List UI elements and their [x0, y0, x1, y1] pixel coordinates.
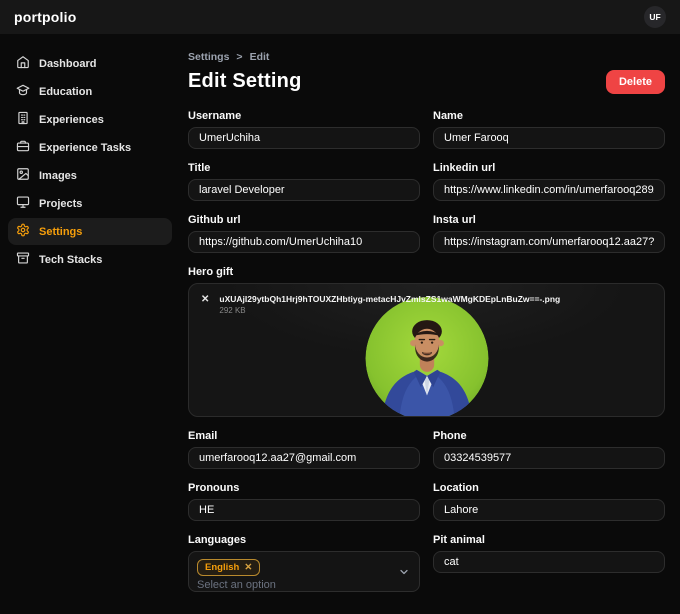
main-content: Settings > Edit Edit Setting Delete User… — [180, 34, 680, 614]
file-name: uXUAjI29ytbQh1Hrj9hTOUXZHbtiyg-metacHJvZ… — [219, 294, 561, 304]
home-icon — [16, 55, 30, 72]
briefcase-icon — [16, 139, 30, 156]
hero-gift-field-group: Hero gift ✕ uXUAjI29ytbQh1Hrj9hTOUXZHbti… — [188, 266, 665, 417]
sidebar-item-label: Images — [39, 169, 77, 182]
pit-animal-input[interactable] — [433, 551, 665, 573]
sidebar-item-label: Experience Tasks — [39, 141, 132, 154]
remove-tag-icon[interactable]: ✕ — [244, 562, 252, 573]
building-icon — [16, 111, 30, 128]
hero-image-preview — [365, 297, 488, 416]
topbar: portpolio UF — [0, 0, 680, 34]
name-input[interactable] — [433, 127, 665, 149]
insta-field-group: Insta url — [433, 214, 665, 253]
linkedin-field-group: Linkedin url — [433, 162, 665, 201]
breadcrumb-separator: > — [236, 51, 243, 63]
sidebar: Dashboard Education Experiences Experien… — [0, 34, 180, 614]
sidebar-item-label: Education — [39, 85, 93, 98]
hero-gift-label: Hero gift — [188, 266, 234, 278]
name-field-group: Name — [433, 110, 665, 149]
username-input[interactable] — [188, 127, 420, 149]
email-label: Email — [188, 430, 218, 442]
user-avatar[interactable]: UF — [644, 6, 666, 28]
sidebar-item-label: Dashboard — [39, 57, 97, 70]
github-label: Github url — [188, 214, 241, 226]
language-tag-english: English ✕ — [197, 559, 261, 576]
title-label: Title — [188, 162, 211, 174]
sidebar-item-experience-tasks[interactable]: Experience Tasks — [8, 134, 172, 161]
pronouns-label: Pronouns — [188, 482, 240, 494]
languages-placeholder: Select an option — [197, 579, 276, 591]
sidebar-item-experiences[interactable]: Experiences — [8, 106, 172, 133]
archive-icon — [16, 251, 30, 268]
file-size: 292 KB — [219, 306, 246, 315]
remove-file-icon[interactable]: ✕ — [201, 295, 209, 305]
location-field-group: Location — [433, 482, 665, 521]
email-input[interactable] — [188, 447, 420, 469]
delete-button[interactable]: Delete — [605, 70, 665, 94]
languages-field-group: Languages English ✕ Select an option — [188, 534, 420, 592]
github-field-group: Github url — [188, 214, 420, 253]
location-label: Location — [433, 482, 479, 494]
sidebar-item-education[interactable]: Education — [8, 78, 172, 105]
sidebar-item-label: Experiences — [39, 113, 104, 126]
pronouns-field-group: Pronouns — [188, 482, 420, 521]
image-icon — [16, 167, 30, 184]
location-input[interactable] — [433, 499, 665, 521]
name-label: Name — [433, 110, 463, 122]
pit-animal-label: Pit animal — [433, 534, 485, 546]
phone-field-group: Phone — [433, 430, 665, 469]
page-title: Edit Setting — [188, 70, 302, 92]
language-tag-label: English — [205, 562, 240, 573]
title-input[interactable] — [188, 179, 420, 201]
sidebar-item-label: Settings — [39, 225, 83, 238]
phone-input[interactable] — [433, 447, 665, 469]
graduation-cap-icon — [16, 83, 30, 100]
breadcrumb: Settings > Edit — [188, 51, 665, 63]
pit-animal-field-group: Pit animal — [433, 534, 665, 592]
sidebar-item-images[interactable]: Images — [8, 162, 172, 189]
title-field-group: Title — [188, 162, 420, 201]
chevron-down-icon — [398, 566, 410, 578]
monitor-icon — [16, 195, 30, 212]
github-url-input[interactable] — [188, 231, 420, 253]
sidebar-item-label: Projects — [39, 197, 83, 210]
app-logo: portpolio — [14, 9, 77, 25]
breadcrumb-settings[interactable]: Settings — [188, 51, 229, 63]
username-label: Username — [188, 110, 242, 122]
sidebar-item-tech-stacks[interactable]: Tech Stacks — [8, 246, 172, 273]
sidebar-item-settings[interactable]: Settings — [8, 218, 172, 245]
sidebar-item-dashboard[interactable]: Dashboard — [8, 50, 172, 77]
sidebar-item-label: Tech Stacks — [39, 253, 103, 266]
languages-multiselect[interactable]: English ✕ Select an option — [188, 551, 420, 592]
linkedin-url-input[interactable] — [433, 179, 665, 201]
pronouns-input[interactable] — [188, 499, 420, 521]
email-field-group: Email — [188, 430, 420, 469]
username-field-group: Username — [188, 110, 420, 149]
hero-gift-upload-card[interactable]: ✕ uXUAjI29ytbQh1Hrj9hTOUXZHbtiyg-metacHJ… — [188, 283, 665, 417]
gear-icon — [16, 223, 30, 240]
insta-label: Insta url — [433, 214, 476, 226]
languages-label: Languages — [188, 534, 247, 546]
sidebar-item-projects[interactable]: Projects — [8, 190, 172, 217]
breadcrumb-edit: Edit — [249, 51, 270, 63]
phone-label: Phone — [433, 430, 467, 442]
linkedin-label: Linkedin url — [433, 162, 496, 174]
insta-url-input[interactable] — [433, 231, 665, 253]
